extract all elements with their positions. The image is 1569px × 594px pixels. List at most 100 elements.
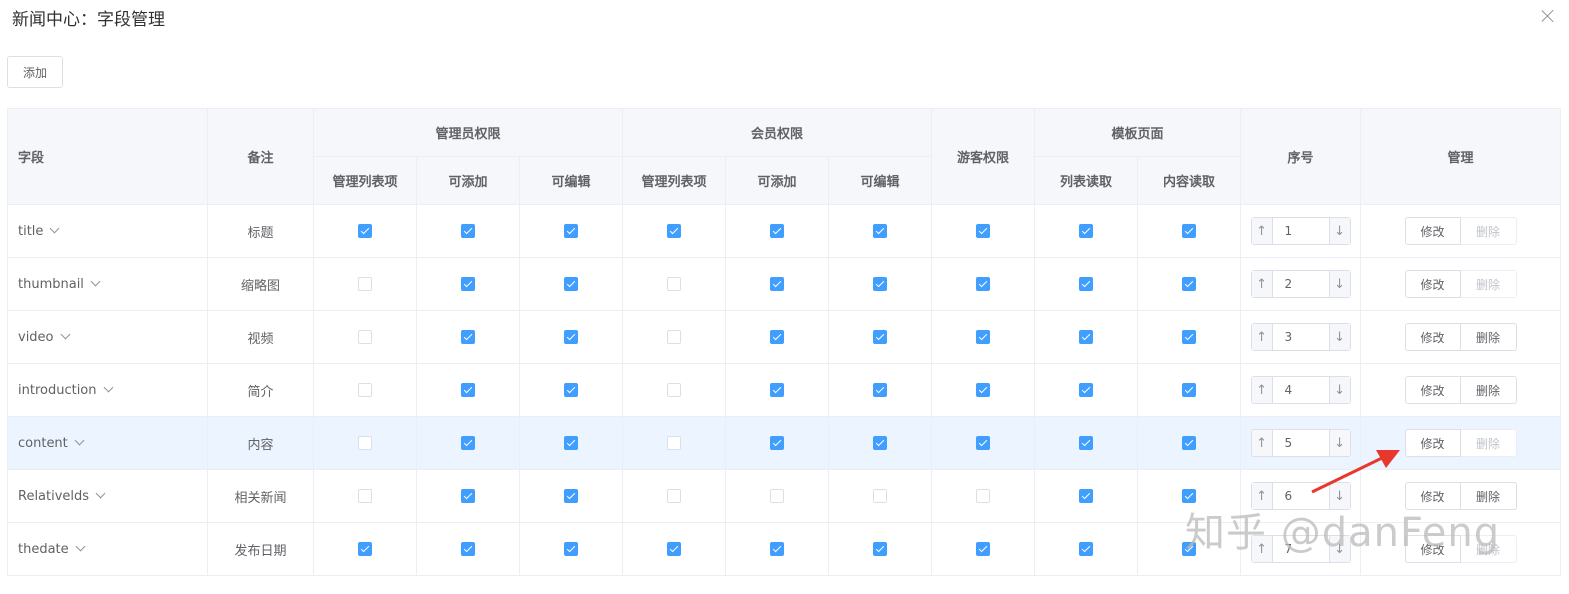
permission-checkbox[interactable] (461, 383, 475, 397)
arrow-up-icon[interactable]: ↑ (1251, 271, 1273, 297)
chevron-down-icon[interactable] (49, 223, 60, 233)
field-cell[interactable]: Relativelds (7, 469, 208, 523)
permission-checkbox[interactable] (564, 489, 578, 503)
chevron-down-icon[interactable] (60, 329, 70, 339)
permission-checkbox[interactable] (461, 436, 475, 450)
order-stepper[interactable]: ↑ 7 ↓ (1250, 535, 1351, 563)
permission-checkbox[interactable] (667, 224, 682, 238)
permission-checkbox[interactable] (873, 542, 888, 556)
order-stepper[interactable]: ↑ 4 ↓ (1250, 376, 1351, 404)
permission-checkbox[interactable] (358, 383, 372, 397)
arrow-down-icon[interactable]: ↓ (1328, 430, 1350, 456)
permission-checkbox[interactable] (873, 436, 888, 450)
add-button[interactable]: 添加 (7, 56, 63, 88)
permission-checkbox[interactable] (1079, 542, 1094, 556)
delete-button[interactable]: 删除 (1460, 376, 1517, 404)
permission-checkbox[interactable] (1079, 224, 1094, 238)
arrow-up-icon[interactable]: ↑ (1251, 430, 1273, 456)
field-cell[interactable]: thumbnail (7, 257, 208, 311)
field-cell[interactable]: title (7, 204, 208, 258)
arrow-up-icon[interactable]: ↑ (1251, 483, 1273, 509)
order-value[interactable]: 6 (1273, 483, 1329, 509)
chevron-down-icon[interactable] (75, 541, 86, 551)
field-cell[interactable]: introduction (7, 363, 208, 417)
permission-checkbox[interactable] (976, 330, 991, 344)
order-stepper[interactable]: ↑ 3 ↓ (1250, 323, 1351, 351)
permission-checkbox[interactable] (873, 224, 888, 238)
permission-checkbox[interactable] (667, 436, 682, 450)
permission-checkbox[interactable] (461, 330, 475, 344)
permission-checkbox[interactable] (461, 489, 475, 503)
permission-checkbox[interactable] (1079, 436, 1094, 450)
delete-button[interactable]: 删除 (1460, 482, 1517, 510)
order-stepper[interactable]: ↑ 5 ↓ (1250, 429, 1351, 457)
order-value[interactable]: 2 (1273, 271, 1329, 297)
permission-checkbox[interactable] (358, 277, 372, 291)
permission-checkbox[interactable] (358, 489, 372, 503)
permission-checkbox[interactable] (770, 489, 785, 503)
order-value[interactable]: 7 (1273, 536, 1329, 562)
edit-button[interactable]: 修改 (1404, 270, 1461, 298)
permission-checkbox[interactable] (564, 330, 578, 344)
edit-button[interactable]: 修改 (1404, 535, 1461, 563)
permission-checkbox[interactable] (564, 542, 578, 556)
permission-checkbox[interactable] (976, 277, 991, 291)
permission-checkbox[interactable] (770, 330, 785, 344)
permission-checkbox[interactable] (976, 224, 991, 238)
permission-checkbox[interactable] (976, 489, 991, 503)
chevron-down-icon[interactable] (103, 382, 113, 392)
permission-checkbox[interactable] (1079, 383, 1094, 397)
arrow-up-icon[interactable]: ↑ (1251, 218, 1273, 244)
arrow-down-icon[interactable]: ↓ (1328, 483, 1350, 509)
order-stepper[interactable]: ↑ 1 ↓ (1250, 217, 1351, 245)
permission-checkbox[interactable] (770, 383, 785, 397)
permission-checkbox[interactable] (1182, 277, 1197, 291)
arrow-up-icon[interactable]: ↑ (1251, 536, 1273, 562)
order-value[interactable]: 5 (1273, 430, 1329, 456)
chevron-down-icon[interactable] (90, 276, 101, 286)
arrow-down-icon[interactable]: ↓ (1328, 218, 1350, 244)
order-value[interactable]: 1 (1273, 218, 1329, 244)
permission-checkbox[interactable] (667, 489, 682, 503)
permission-checkbox[interactable] (770, 542, 785, 556)
permission-checkbox[interactable] (667, 542, 682, 556)
permission-checkbox[interactable] (1182, 224, 1197, 238)
permission-checkbox[interactable] (873, 489, 888, 503)
edit-button[interactable]: 修改 (1404, 217, 1461, 245)
permission-checkbox[interactable] (1182, 383, 1197, 397)
permission-checkbox[interactable] (1182, 542, 1197, 556)
permission-checkbox[interactable] (461, 224, 475, 238)
chevron-down-icon[interactable] (74, 435, 85, 445)
permission-checkbox[interactable] (667, 330, 682, 344)
edit-button[interactable]: 修改 (1404, 323, 1461, 351)
permission-checkbox[interactable] (564, 436, 578, 450)
permission-checkbox[interactable] (358, 436, 372, 450)
delete-button[interactable]: 删除 (1460, 323, 1517, 351)
permission-checkbox[interactable] (873, 277, 888, 291)
arrow-down-icon[interactable]: ↓ (1328, 324, 1350, 350)
arrow-down-icon[interactable]: ↓ (1328, 536, 1350, 562)
permission-checkbox[interactable] (461, 542, 475, 556)
permission-checkbox[interactable] (1182, 436, 1197, 450)
edit-button[interactable]: 修改 (1404, 376, 1461, 404)
order-stepper[interactable]: ↑ 2 ↓ (1250, 270, 1351, 298)
permission-checkbox[interactable] (358, 542, 372, 556)
permission-checkbox[interactable] (1079, 330, 1094, 344)
permission-checkbox[interactable] (667, 383, 682, 397)
permission-checkbox[interactable] (564, 277, 578, 291)
permission-checkbox[interactable] (358, 224, 372, 238)
permission-checkbox[interactable] (873, 383, 888, 397)
edit-button[interactable]: 修改 (1404, 482, 1461, 510)
permission-checkbox[interactable] (770, 224, 785, 238)
permission-checkbox[interactable] (564, 224, 578, 238)
permission-checkbox[interactable] (976, 542, 991, 556)
permission-checkbox[interactable] (770, 277, 785, 291)
permission-checkbox[interactable] (1079, 489, 1094, 503)
order-value[interactable]: 3 (1273, 324, 1329, 350)
arrow-up-icon[interactable]: ↑ (1251, 324, 1273, 350)
field-cell[interactable]: video (7, 310, 208, 364)
permission-checkbox[interactable] (873, 330, 888, 344)
field-cell[interactable]: thedate (7, 522, 208, 576)
permission-checkbox[interactable] (976, 436, 991, 450)
permission-checkbox[interactable] (358, 330, 372, 344)
